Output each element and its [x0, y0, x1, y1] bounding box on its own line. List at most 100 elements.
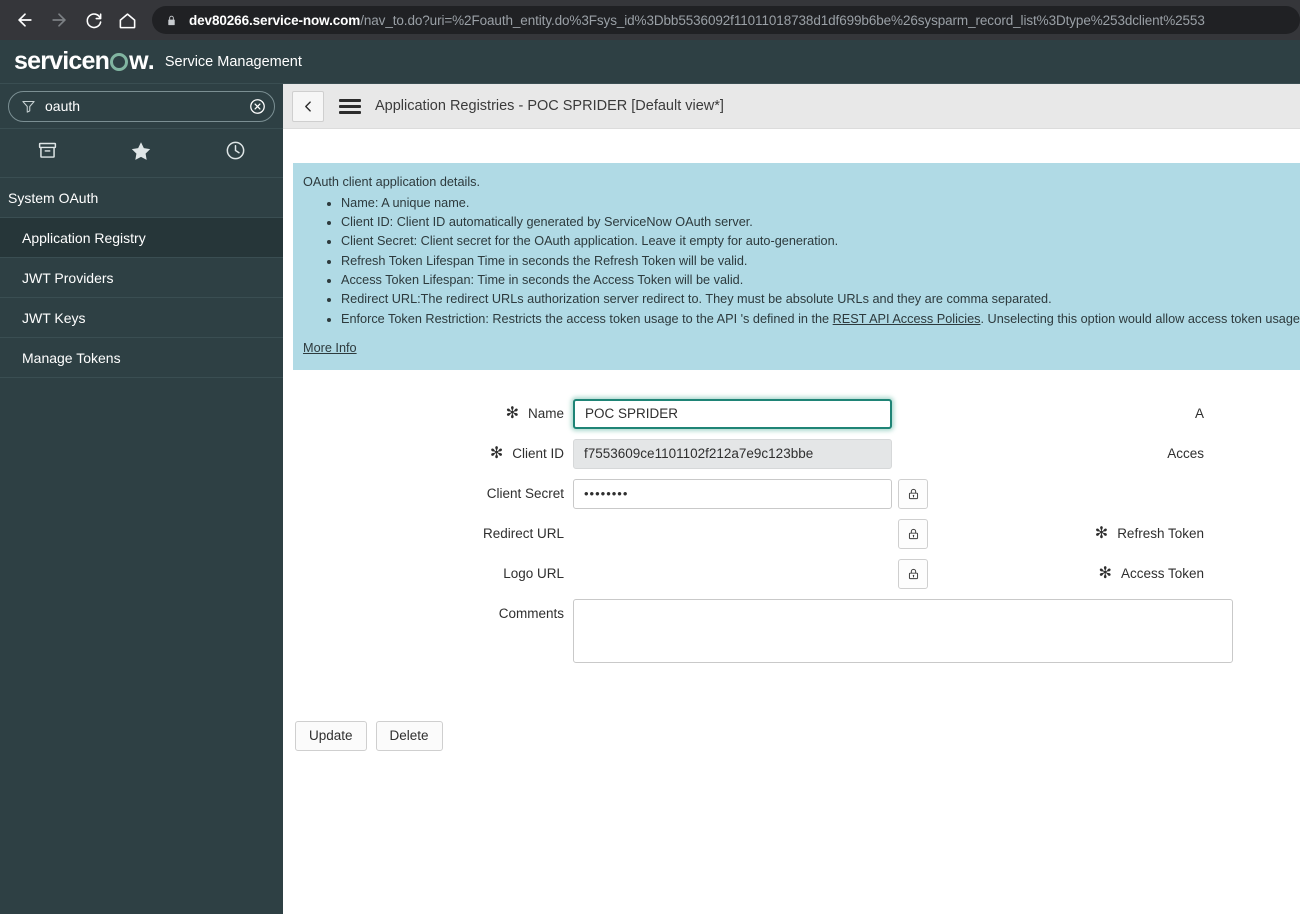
redirect-url-input[interactable]	[573, 519, 892, 549]
info-bullet-client-id: Client ID: Client ID automatically gener…	[341, 213, 1289, 232]
logo-dot: .	[147, 47, 155, 75]
hamburger-line-1	[339, 98, 361, 102]
field-row-access-token-lifespan: ✻ Access Token	[923, 554, 1300, 594]
label-logo-url: Logo URL	[283, 554, 573, 594]
label-active: A	[923, 394, 1213, 434]
site-security-lock-icon	[166, 14, 177, 27]
browser-forward-button[interactable]	[42, 3, 76, 37]
control-redirect-url	[573, 518, 928, 549]
filter-navigator-input[interactable]: oauth	[45, 99, 249, 113]
label-access-type-text: Acces	[1167, 446, 1204, 462]
oauth-form: ✻ Name POC SPRIDER ✻ Client ID f7553609c…	[283, 370, 1300, 751]
form-back-button[interactable]	[292, 90, 324, 122]
sidebar-item-jwt-providers[interactable]: JWT Providers	[0, 258, 283, 298]
star-icon	[130, 140, 152, 167]
field-row-access-type: Acces	[923, 434, 1300, 474]
field-row-name: ✻ Name POC SPRIDER	[283, 394, 923, 434]
enforce-suffix-text: . Unselecting this option would allow ac…	[980, 311, 1300, 326]
sidebar-item-all-applications-tab[interactable]	[0, 129, 94, 177]
rest-api-access-policies-link[interactable]: REST API Access Policies	[833, 312, 981, 326]
url-host: dev80266.service-now.com	[189, 12, 361, 28]
logo-o-mark-icon	[110, 53, 129, 71]
info-bullet-client-secret: Client Secret: Client secret for the OAu…	[341, 232, 1289, 251]
label-client-id-text: Client ID	[512, 446, 564, 462]
info-bullet-redirect-url: Redirect URL:The redirect URLs authoriza…	[341, 290, 1289, 309]
label-refresh-token-text: Refresh Token	[1117, 526, 1204, 542]
form-scroll-area: OAuth client application details. Name: …	[283, 129, 1300, 914]
main-content: Application Registries - POC SPRIDER [De…	[283, 84, 1300, 914]
label-refresh-token-lifespan: ✻ Refresh Token	[923, 514, 1213, 554]
hamburger-line-3	[339, 110, 361, 114]
browser-back-button[interactable]	[8, 3, 42, 37]
label-access-token-lifespan: ✻ Access Token	[923, 554, 1213, 594]
client-id-input[interactable]: f7553609ce1101102f212a7e9c123bbe	[573, 438, 892, 469]
enforce-prefix-text: Enforce Token Restriction: Restricts the…	[341, 311, 833, 326]
info-lead-text: OAuth client application details.	[303, 175, 481, 189]
label-active-text: A	[1194, 406, 1204, 422]
control-comments	[573, 594, 1233, 663]
filter-navigator-box[interactable]: oauth	[8, 90, 275, 122]
info-bullet-name: Name: A unique name.	[341, 194, 1289, 213]
form-button-bar: Update Delete	[283, 694, 923, 751]
sidebar-item-application-registry[interactable]: Application Registry	[0, 218, 283, 258]
required-marker-access-token: ✻	[1098, 564, 1112, 582]
label-redirect-url-text: Redirect URL	[482, 526, 564, 542]
logo-text-part1: servicen	[14, 47, 110, 75]
label-comments-text: Comments	[498, 606, 564, 622]
control-client-id: f7553609ce1101102f212a7e9c123bbe	[573, 438, 923, 469]
browser-home-button[interactable]	[110, 3, 144, 37]
browser-toolbar: dev80266.service-now.com/nav_to.do?uri=%…	[0, 0, 1300, 40]
field-row-redirect-url: Redirect URL	[283, 514, 928, 554]
servicenow-logo[interactable]: servicen w.	[14, 47, 155, 75]
navigation-sidebar: oauth System OAuth Application Registry …	[0, 84, 283, 914]
field-row-comments: Comments	[283, 594, 1233, 694]
label-logo-url-text: Logo URL	[503, 566, 564, 582]
archive-box-icon	[37, 140, 58, 166]
label-client-secret-text: Client Secret	[486, 486, 564, 502]
clock-history-icon	[225, 140, 246, 166]
field-row-spacer	[923, 474, 1300, 514]
info-bullet-access-token-lifespan: Access Token Lifespan: Time in seconds t…	[341, 271, 1289, 290]
more-info-link[interactable]: More Info	[303, 339, 357, 358]
logo-text-part2: w	[129, 47, 148, 75]
field-row-active: A	[923, 394, 1300, 434]
delete-button[interactable]: Delete	[375, 720, 443, 751]
label-comments: Comments	[283, 594, 573, 634]
application-body: oauth System OAuth Application Registry …	[0, 84, 1300, 914]
field-row-refresh-token-lifespan: ✻ Refresh Token	[923, 514, 1300, 554]
url-text: dev80266.service-now.com/nav_to.do?uri=%…	[189, 13, 1205, 28]
nav-group-system-oauth[interactable]: System OAuth	[0, 178, 283, 218]
label-name-text: Name	[527, 406, 564, 422]
sidebar-item-manage-tokens[interactable]: Manage Tokens	[0, 338, 283, 378]
required-marker-name: ✻	[505, 404, 519, 422]
label-client-id: ✻ Client ID	[283, 434, 573, 474]
logo-url-input[interactable]	[573, 559, 892, 589]
hamburger-line-2	[339, 104, 361, 108]
control-client-secret: ••••••••	[573, 478, 928, 509]
control-logo-url	[573, 558, 928, 589]
filter-navigator-row: oauth	[0, 84, 283, 128]
update-button[interactable]: Update	[295, 720, 367, 751]
sidebar-item-favorites-tab[interactable]	[94, 129, 188, 177]
info-bullet-refresh-token-lifespan: Refresh Token Lifespan Time in seconds t…	[341, 252, 1289, 271]
name-input[interactable]: POC SPRIDER	[573, 398, 892, 429]
product-name: Service Management	[164, 53, 302, 70]
required-marker-refresh-token: ✻	[1094, 524, 1109, 542]
content-header: Application Registries - POC SPRIDER [De…	[283, 84, 1300, 129]
label-access-token-text: Access Token	[1120, 566, 1204, 582]
navigator-tab-row	[0, 128, 283, 178]
form-left-column: ✻ Name POC SPRIDER ✻ Client ID f7553609c…	[283, 394, 1233, 751]
form-context-menu-icon[interactable]	[339, 98, 361, 114]
form-right-column: A Acces ✻ Refresh Token ✻ Access Token	[923, 394, 1300, 751]
control-name: POC SPRIDER	[573, 398, 923, 429]
sidebar-item-history-tab[interactable]	[189, 129, 283, 177]
browser-reload-button[interactable]	[76, 3, 110, 37]
sidebar-item-jwt-keys[interactable]: JWT Keys	[0, 298, 283, 338]
field-row-client-secret: Client Secret ••••••••	[283, 474, 928, 514]
info-bullet-enforce-token-restriction: Enforce Token Restriction: Restricts the…	[341, 310, 1300, 329]
client-secret-input[interactable]: ••••••••	[573, 478, 892, 509]
filter-funnel-icon	[21, 99, 36, 114]
clear-filter-icon[interactable]	[249, 98, 266, 115]
address-bar[interactable]: dev80266.service-now.com/nav_to.do?uri=%…	[152, 6, 1300, 34]
label-redirect-url: Redirect URL	[283, 514, 573, 554]
